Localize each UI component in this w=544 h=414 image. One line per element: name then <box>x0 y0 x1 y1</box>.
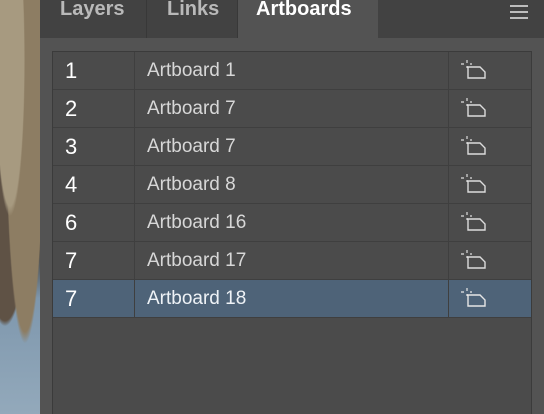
desktop: Layers Links Artboards 1 Artboard 1 2 Ar… <box>0 0 544 414</box>
artboard-row[interactable]: 2 Artboard 7 <box>53 90 531 128</box>
artboard-row[interactable]: 4 Artboard 8 <box>53 166 531 204</box>
tab-artboards-label: Artboards <box>256 0 352 20</box>
artboard-number: 7 <box>53 280 135 317</box>
artboard-number: 6 <box>53 204 135 241</box>
artboard-list: 1 Artboard 1 2 Artboard 7 3 Artboard 7 4… <box>52 51 532 414</box>
artboard-number: 2 <box>53 90 135 127</box>
artboard-options-icon[interactable] <box>450 166 531 203</box>
artboard-name[interactable]: Artboard 7 <box>136 90 449 127</box>
artboard-options-icon[interactable] <box>450 90 531 127</box>
artboard-row[interactable]: 6 Artboard 16 <box>53 204 531 242</box>
tab-links-label: Links <box>167 0 220 20</box>
artboard-number: 7 <box>53 242 135 279</box>
artboard-options-icon[interactable] <box>450 52 531 89</box>
hamburger-menu-icon[interactable] <box>510 5 528 19</box>
artboard-name[interactable]: Artboard 1 <box>136 52 449 89</box>
artboard-name[interactable]: Artboard 18 <box>136 280 449 317</box>
artboard-options-icon[interactable] <box>450 128 531 165</box>
artboard-row[interactable]: 7 Artboard 17 <box>53 242 531 280</box>
tab-links[interactable]: Links <box>147 0 238 38</box>
artboard-name[interactable]: Artboard 8 <box>136 166 449 203</box>
desktop-wallpaper <box>0 0 44 414</box>
tab-layers[interactable]: Layers <box>40 0 147 38</box>
artboards-panel: Layers Links Artboards 1 Artboard 1 2 Ar… <box>40 0 544 414</box>
tab-artboards[interactable]: Artboards <box>238 0 378 38</box>
tab-layers-label: Layers <box>60 0 125 20</box>
artboard-row[interactable]: 3 Artboard 7 <box>53 128 531 166</box>
artboard-number: 4 <box>53 166 135 203</box>
artboard-row-selected[interactable]: 7 Artboard 18 <box>53 280 531 318</box>
artboard-name[interactable]: Artboard 17 <box>136 242 449 279</box>
artboard-options-icon[interactable] <box>450 242 531 279</box>
artboard-name[interactable]: Artboard 7 <box>136 128 449 165</box>
artboard-name[interactable]: Artboard 16 <box>136 204 449 241</box>
artboard-number: 3 <box>53 128 135 165</box>
artboard-options-icon[interactable] <box>450 280 531 317</box>
artboard-row[interactable]: 1 Artboard 1 <box>53 52 531 90</box>
artboard-number: 1 <box>53 52 135 89</box>
panel-tab-bar: Layers Links Artboards <box>40 0 544 38</box>
artboard-options-icon[interactable] <box>450 204 531 241</box>
